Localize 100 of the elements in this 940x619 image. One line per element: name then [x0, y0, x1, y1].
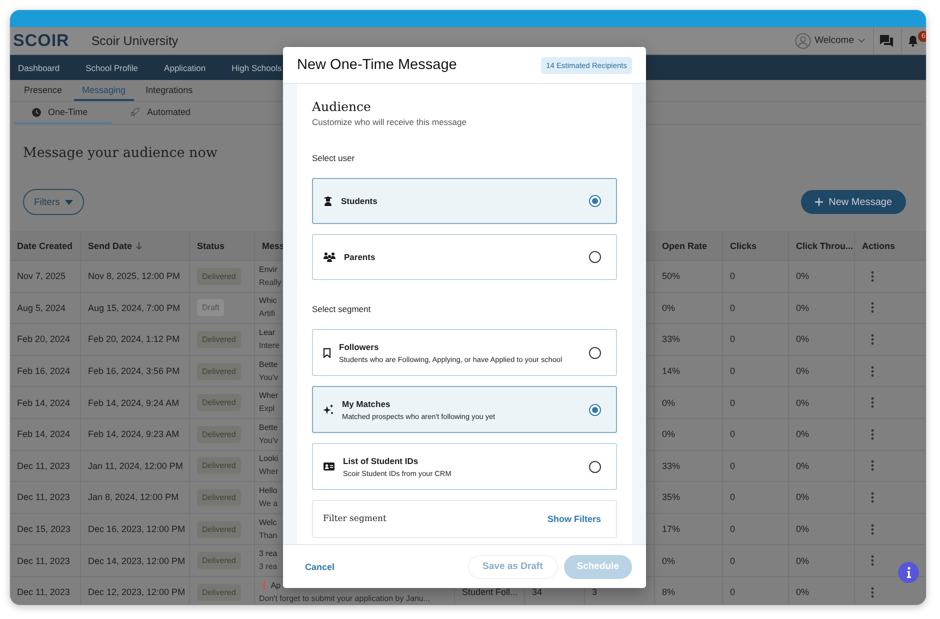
- message-title: Bette: [259, 360, 278, 370]
- bookmark-icon: [323, 348, 331, 358]
- group-icon: [323, 252, 336, 262]
- message-preview: You'v: [259, 436, 278, 446]
- message-preview: Wher: [259, 467, 278, 478]
- filter-label: Filter segment: [323, 514, 386, 524]
- table-cell: Aug 15, 2024, 7:00 PM: [81, 292, 190, 324]
- section-subtitle: Customize who will receive this message: [312, 116, 468, 128]
- table-cell: 0%: [789, 545, 855, 577]
- info-icon: [906, 567, 910, 578]
- table-cell: Feb 14, 2024, 9:23 AM: [81, 418, 190, 451]
- table-cell: Jan 8, 2024, 12:00 PM: [81, 482, 190, 514]
- more-button[interactable]: [871, 428, 874, 440]
- sparkle-icon: [323, 404, 334, 415]
- nav-item[interactable]: Dashboard: [18, 62, 60, 72]
- table-cell: 33%: [655, 324, 723, 356]
- table-cell: 0%: [789, 261, 855, 293]
- user-option[interactable]: Parents: [312, 234, 617, 280]
- column-header: Actions: [855, 231, 926, 261]
- more-icon: [871, 524, 874, 535]
- more-icon: [871, 270, 874, 282]
- radio-button[interactable]: [589, 195, 601, 207]
- more-button[interactable]: [871, 586, 874, 598]
- option-label: Parents: [344, 252, 376, 262]
- nav-item[interactable]: High Schools: [232, 62, 282, 72]
- user-option[interactable]: Students: [312, 178, 617, 224]
- radio-button[interactable]: [589, 404, 601, 416]
- table-cell: 0%: [789, 324, 855, 356]
- radio-button[interactable]: [589, 251, 601, 263]
- status-badge: Delivered: [197, 330, 241, 348]
- section-title: Audience: [312, 98, 372, 116]
- column-header: Clicks: [723, 231, 789, 261]
- rocket-icon: [130, 107, 140, 117]
- message-title: Welc: [259, 518, 277, 528]
- radio-button[interactable]: [589, 346, 601, 358]
- table-cell: Dec 11, 2023: [10, 450, 81, 482]
- more-button[interactable]: [871, 460, 874, 472]
- more-button[interactable]: [871, 492, 874, 503]
- table-cell: 0%: [789, 450, 855, 482]
- table-cell: Jan 11, 2024, 12:00 PM: [81, 450, 190, 482]
- section-tab[interactable]: Integrations: [138, 80, 201, 101]
- school-name: Scoir University: [91, 34, 178, 48]
- table-cell: 35%: [655, 482, 723, 514]
- user-menu[interactable]: Welcome: [810, 35, 873, 46]
- page-heading: Message your audience now: [23, 145, 218, 163]
- table-cell: 0%: [789, 418, 855, 451]
- message-type-tab[interactable]: Automated: [112, 102, 210, 124]
- cancel-button[interactable]: Cancel: [305, 562, 335, 572]
- table-cell: 50%: [655, 261, 723, 293]
- message-type-tab[interactable]: One-Time: [14, 102, 112, 124]
- graduate-icon: [323, 196, 333, 206]
- message-title: ❗ Ap: [259, 580, 281, 591]
- message-preview: Artifi: [259, 309, 275, 320]
- more-button[interactable]: [871, 302, 874, 314]
- message-preview: Don't forget to submit your application by Janu...: [259, 594, 430, 604]
- message-title: 3 rea: [259, 549, 278, 560]
- section-tab[interactable]: Presence: [16, 80, 70, 101]
- plus-icon: [814, 198, 823, 206]
- more-icon: [871, 492, 874, 503]
- more-button[interactable]: [871, 555, 874, 566]
- option-label: Students: [341, 196, 378, 206]
- status-badge: Delivered: [197, 394, 241, 412]
- more-button[interactable]: [871, 524, 874, 535]
- message-title: Hello: [259, 486, 278, 496]
- table-cell: 0%: [655, 387, 723, 419]
- more-icon: [871, 302, 874, 314]
- option-label: Followers: [339, 342, 380, 352]
- status-badge: Delivered: [197, 584, 241, 601]
- table-cell: 17%: [655, 514, 723, 546]
- nav-item[interactable]: Application: [164, 62, 206, 72]
- status-badge: Delivered: [197, 457, 241, 474]
- option-label: List of Student IDs: [343, 456, 420, 466]
- table-cell: Feb 16, 2024, 3:56 PM: [81, 356, 190, 388]
- message-title: Lear: [259, 328, 276, 338]
- table-cell: 0: [723, 514, 789, 546]
- filters-button[interactable]: Filters: [23, 189, 84, 215]
- more-button[interactable]: [871, 397, 874, 408]
- status-badge: Delivered: [197, 488, 241, 506]
- more-icon: [871, 555, 874, 566]
- radio-button[interactable]: [589, 460, 601, 472]
- table-cell: 0%: [655, 545, 723, 577]
- more-icon: [871, 586, 874, 598]
- status-badge: Delivered: [197, 520, 241, 538]
- status-badge: Draft: [197, 299, 224, 316]
- more-button[interactable]: [871, 334, 874, 345]
- more-button[interactable]: [871, 270, 874, 282]
- new-message-button[interactable]: New Message: [800, 190, 906, 214]
- table-cell: 0: [723, 261, 789, 293]
- column-header: Open Rate: [655, 231, 723, 261]
- nav-item[interactable]: School Profile: [86, 62, 138, 72]
- table-cell: Nov 7, 2025: [10, 261, 81, 293]
- show-filters-link[interactable]: Show Filters: [547, 514, 601, 524]
- more-icon: [871, 397, 874, 408]
- field-label: Select user: [312, 152, 356, 164]
- table-cell: 14%: [655, 356, 723, 388]
- more-icon: [871, 366, 874, 377]
- table-cell: Dec 16, 2023, 12:00 PM: [81, 514, 190, 546]
- clock-icon: [32, 108, 41, 116]
- table-cell: 0%: [655, 418, 723, 451]
- more-button[interactable]: [871, 366, 874, 377]
